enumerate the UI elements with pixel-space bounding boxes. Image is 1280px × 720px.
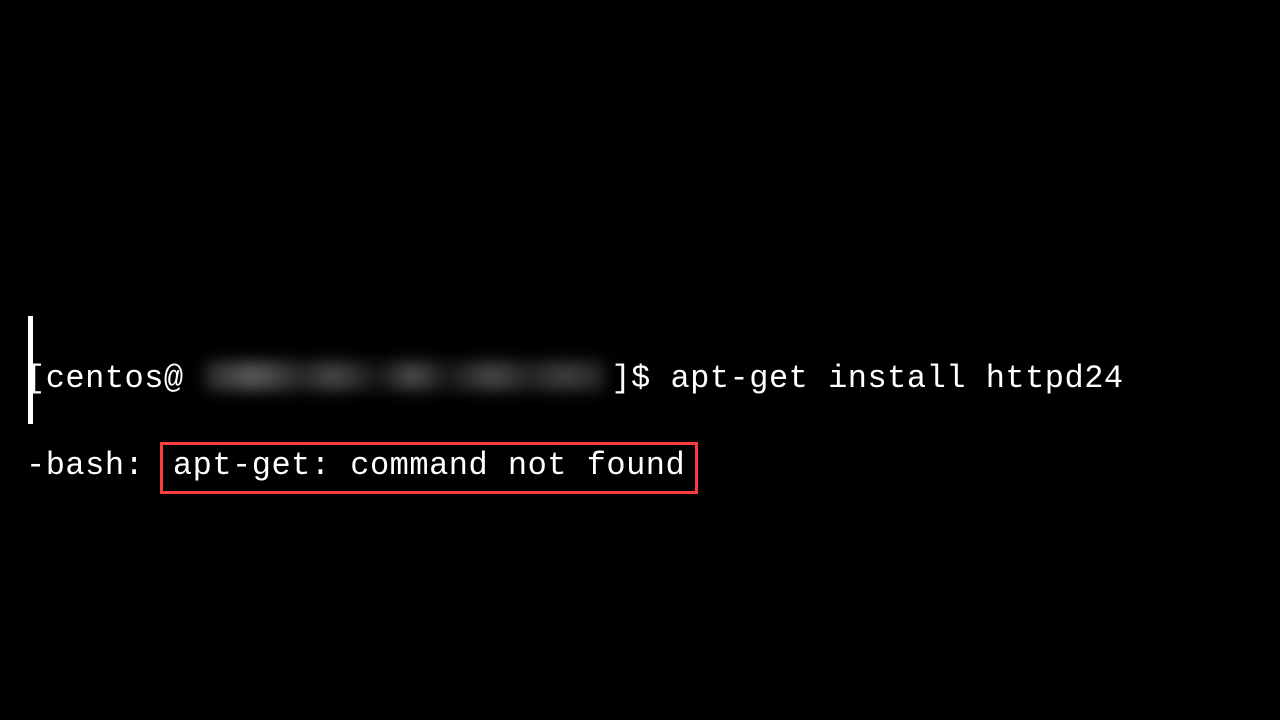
prompt-open: [centos@: [26, 360, 184, 397]
error-prefix: -bash:: [26, 447, 164, 484]
error-highlight-box: apt-get: command not found: [160, 442, 698, 494]
terminal-line-command: [centos@ ]$ apt-get install httpd24: [26, 358, 1124, 400]
terminal-line-error: -bash: apt-get: command not found: [26, 442, 1124, 494]
prompt-close: ]$: [611, 360, 650, 397]
error-message: apt-get: command not found: [173, 447, 685, 484]
hostname-redacted: [205, 361, 605, 391]
command-text: apt-get install httpd24: [670, 360, 1123, 397]
terminal-output[interactable]: [centos@ ]$ apt-get install httpd24 -bas…: [26, 316, 1124, 536]
